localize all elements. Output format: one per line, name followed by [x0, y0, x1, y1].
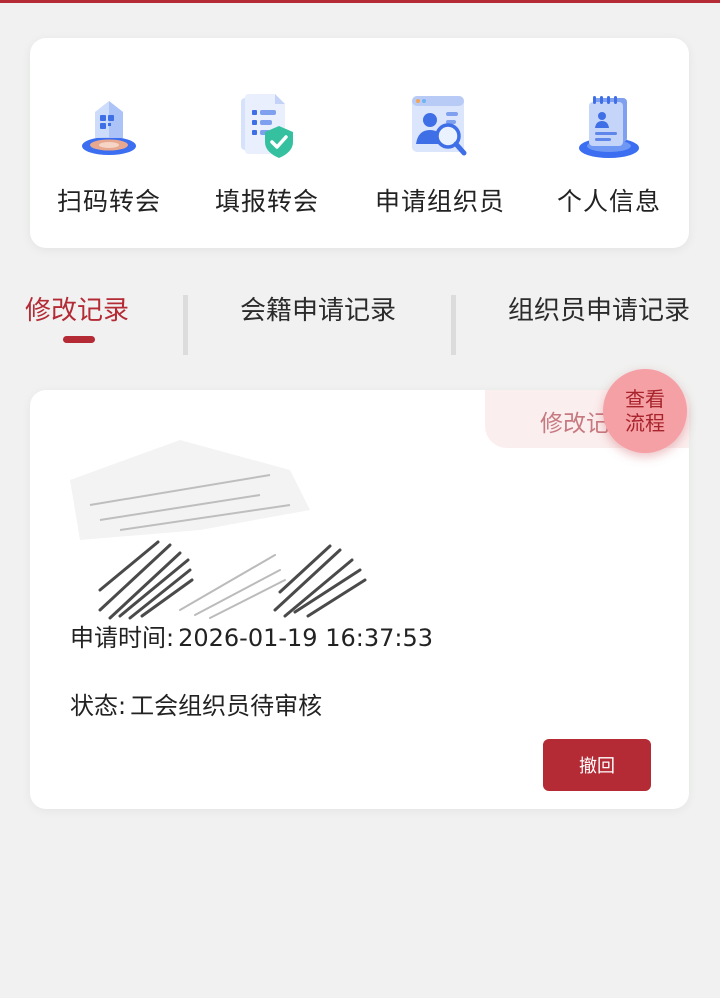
apply-time-value: 2026-01-19 16:37:53 — [178, 624, 433, 652]
status-label: 状态: — [70, 692, 127, 720]
view-flow-label-line2: 流程 — [625, 411, 665, 435]
scan-transfer-icon — [82, 101, 136, 155]
tab-divider — [451, 295, 456, 355]
quick-action-label: 扫码转会 — [56, 187, 161, 216]
tab-divider — [183, 295, 188, 355]
apply-organizer-icon — [412, 96, 467, 156]
view-flow-label-line1: 查看 — [625, 387, 665, 411]
quick-action-form-transfer[interactable]: 填报转会 — [182, 88, 352, 218]
quick-actions-card: 扫码转会 填报转会 申请组织员 个人信息 — [30, 38, 689, 248]
quick-action-scan-transfer[interactable]: 扫码转会 — [24, 88, 194, 218]
apply-time-label: 申请时间: — [70, 624, 175, 652]
quick-action-label: 申请组织员 — [374, 187, 505, 216]
form-transfer-icon — [241, 94, 293, 158]
quick-action-label: 个人信息 — [556, 187, 661, 216]
view-flow-button[interactable]: 查看 流程 — [603, 369, 687, 453]
status-value: 工会组织员待审核 — [130, 692, 323, 720]
revoke-button[interactable]: 撤回 — [543, 739, 651, 791]
redaction-scribble — [70, 440, 367, 620]
quick-action-personal-info[interactable]: 个人信息 — [524, 88, 694, 218]
tab-organizer-records[interactable]: 组织员申请记录 — [508, 290, 690, 327]
personal-info-icon — [579, 96, 639, 158]
status-row: 状态: 工会组织员待审核 — [70, 686, 322, 721]
apply-time-row: 申请时间: 2026-01-19 16:37:53 — [70, 618, 433, 653]
tab-membership-records[interactable]: 会籍申请记录 — [240, 290, 396, 327]
record-card: 修改记录 申请时间: 2026-01-19 16:37:53 状态: 工会组织员… — [30, 390, 689, 809]
record-tabs: 修改记录 会籍申请记录 组织员申请记录 — [0, 280, 720, 360]
top-accent-bar — [0, 0, 720, 3]
tab-modify-records[interactable]: 修改记录 — [25, 290, 129, 327]
quick-action-apply-organizer[interactable]: 申请组织员 — [355, 88, 525, 218]
active-tab-indicator — [63, 336, 95, 343]
quick-action-label: 填报转会 — [214, 187, 319, 216]
